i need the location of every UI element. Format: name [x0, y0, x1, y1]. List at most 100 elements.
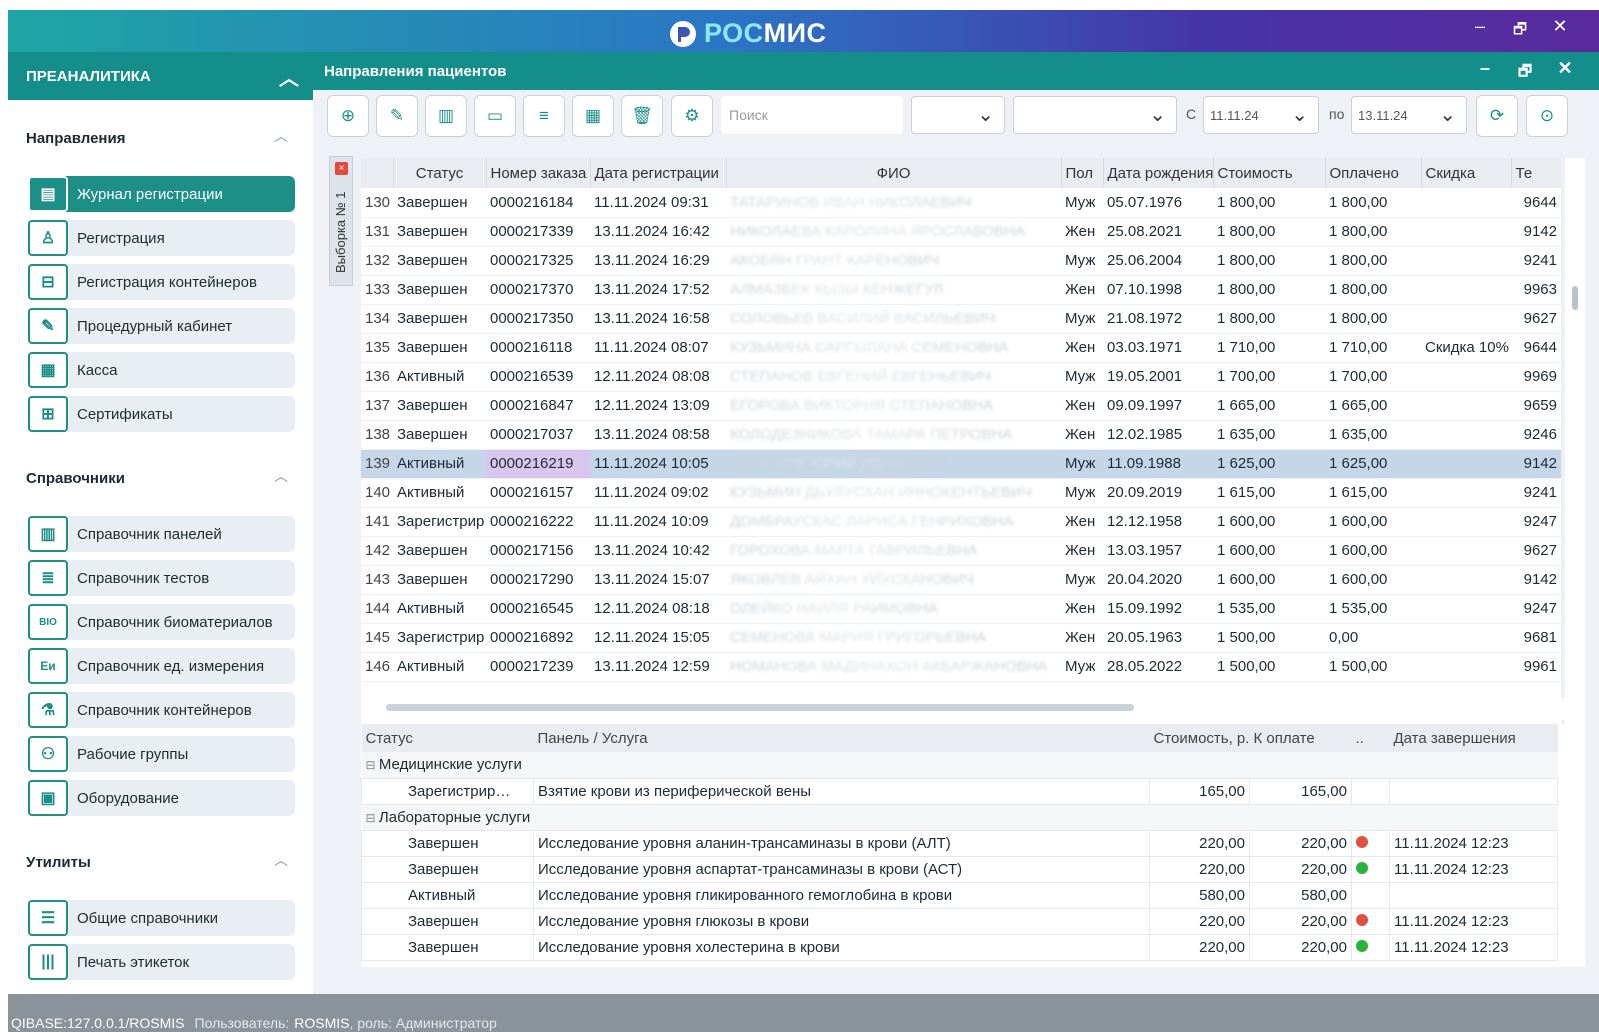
- table-row[interactable]: 135 Завершен 0000216118 11.11.2024 08:07 КУЗ…: [361, 333, 1561, 363]
- table-row[interactable]: 138 Завершен 0000217037 13.11.2024 08:58 КОЛ…: [361, 420, 1561, 450]
- sidebar-item-certificates[interactable]: ⊞ Сертификаты: [28, 396, 295, 432]
- column-header[interactable]: Те: [1511, 158, 1561, 188]
- table-cell: Активный: [393, 652, 486, 682]
- sidebar-item-containers[interactable]: ⊟ Регистрация контейнеров: [28, 264, 295, 300]
- sidebar-item-units[interactable]: Еи Справочник ед. измерения: [28, 648, 295, 684]
- table-row[interactable]: 144 Активный 0000216545 12.11.2024 08:18 ОЛЕ…: [361, 594, 1561, 624]
- table-row[interactable]: 137 Завершен 0000216847 12.11.2024 13:09 ЕГО…: [361, 391, 1561, 421]
- receipt-button[interactable]: ≡: [523, 95, 565, 137]
- panel-close-button[interactable]: ✕: [1553, 58, 1577, 79]
- service-row[interactable]: Завершен Исследование уровня холестерина …: [361, 933, 1558, 961]
- chevron-up-icon[interactable]: ︿: [274, 126, 288, 146]
- chevron-up-icon[interactable]: ︿: [279, 62, 299, 91]
- minimize-button[interactable]: –: [1468, 16, 1492, 37]
- sidebar-item-cash[interactable]: ▦ Касса: [28, 352, 295, 388]
- refresh-button[interactable]: ⟳: [1476, 95, 1518, 137]
- date-from-picker[interactable]: 11.11.24 ⌄: [1203, 96, 1319, 134]
- close-tab-icon[interactable]: ×: [335, 162, 348, 175]
- table-row[interactable]: 134 Завершен 0000217350 13.11.2024 16:58 СОЛ…: [361, 304, 1561, 334]
- export-button[interactable]: ⊙: [1526, 95, 1568, 137]
- patient-name-redacted: ГОРОХОВА МАРТА ГАВРИЛЬЕВНА: [730, 542, 978, 559]
- collapse-icon[interactable]: ⊟: [366, 811, 379, 825]
- service-row[interactable]: Завершен Исследование уровня аспартат-тра…: [361, 855, 1558, 883]
- tab-selection-1[interactable]: × Выборка № 1: [329, 156, 353, 286]
- sidebar-item-tests[interactable]: ≣ Справочник тестов: [28, 560, 295, 596]
- filter-select-2[interactable]: ⌄: [1013, 96, 1177, 134]
- settings-button[interactable]: ⚙: [671, 95, 713, 137]
- table-cell: 0000217339: [486, 217, 590, 247]
- services-table[interactable]: Статус Панель / Услуга Стоимость, р. К опла…: [361, 724, 1585, 967]
- panel-minimize-button[interactable]: –: [1473, 58, 1497, 79]
- column-header[interactable]: ..: [1351, 724, 1390, 752]
- horizontal-scrollbar[interactable]: [361, 698, 1585, 720]
- table-row[interactable]: 146 Активный 0000217239 13.11.2024 12:59 НОМ…: [361, 652, 1561, 682]
- table-cell: Взятие крови из периферической вены: [533, 777, 1150, 805]
- filter-select-1[interactable]: ⌄: [911, 96, 1005, 134]
- scroll-thumb[interactable]: [1572, 286, 1578, 310]
- sidebar-item-registration[interactable]: ♙ Регистрация: [28, 220, 295, 256]
- panel-restore-button[interactable]: 🗗: [1513, 61, 1537, 86]
- sidebar-item-procedure[interactable]: ✎ Процедурный кабинет: [28, 308, 295, 344]
- sidebar-item-containers-ref[interactable]: ⚗ Справочник контейнеров: [28, 692, 295, 728]
- sidebar-item-labels[interactable]: ||| Печать этикеток: [28, 944, 295, 980]
- table-row[interactable]: 141 Зарегистрир 0000216222 11.11.2024 10:09…: [361, 507, 1561, 537]
- sidebar-item-biomaterials[interactable]: BIO Справочник биоматериалов: [28, 604, 295, 640]
- service-row[interactable]: Завершен Исследование уровня глюкозы в кр…: [361, 907, 1558, 935]
- service-row[interactable]: Завершен Исследование уровня аланин-транс…: [361, 829, 1558, 857]
- new-button[interactable]: ⊕: [327, 95, 369, 137]
- chevron-up-icon[interactable]: ︿: [274, 850, 288, 870]
- table-row[interactable]: 136 Активный 0000216539 12.11.2024 08:08 СТЕ…: [361, 362, 1561, 392]
- table-row[interactable]: 140 Активный 0000216157 11.11.2024 09:02 КУЗ…: [361, 478, 1561, 508]
- collapse-icon[interactable]: ⊟: [366, 758, 379, 772]
- delete-button[interactable]: 🗑: [621, 95, 663, 137]
- table-cell: [1389, 881, 1558, 909]
- column-header[interactable]: Номер заказа: [486, 158, 591, 188]
- sidebar-item-groups[interactable]: ⚇ Рабочие группы: [28, 736, 295, 772]
- column-header[interactable]: Стоимость, р.: [1149, 724, 1250, 752]
- table-row[interactable]: 139 Активный 0000216219 11.11.2024 10:05 СЕМ…: [361, 449, 1561, 479]
- column-header[interactable]: Статус: [393, 158, 487, 188]
- column-header[interactable]: Оплачено: [1325, 158, 1422, 188]
- sidebar-item-panels[interactable]: ▥ Справочник панелей: [28, 516, 295, 552]
- column-header[interactable]: [361, 158, 394, 188]
- edit-button[interactable]: ✎: [376, 95, 418, 137]
- scroll-thumb[interactable]: [386, 704, 1134, 711]
- calculator-button[interactable]: ▦: [572, 95, 614, 137]
- column-header[interactable]: Стоимость: [1213, 158, 1326, 188]
- table-row[interactable]: 130 Завершен 0000216184 11.11.2024 09:31 ТАТ…: [361, 188, 1561, 218]
- column-header[interactable]: Панель / Услуга: [533, 724, 1150, 752]
- column-header[interactable]: К оплате: [1249, 724, 1352, 752]
- sidebar-item-general-refs[interactable]: ☰ Общие справочники: [28, 900, 295, 936]
- sidebar-header[interactable]: ПРЕАНАЛИТИКА ︿: [8, 52, 313, 100]
- table-row[interactable]: 145 Зарегистрир 0000216892 12.11.2024 15:05…: [361, 623, 1561, 653]
- sidebar-item-equipment[interactable]: ▣ Оборудование: [28, 780, 295, 816]
- search-field[interactable]: Поиск: [721, 96, 903, 134]
- date-to-picker[interactable]: 13.11.24 ⌄: [1351, 96, 1467, 134]
- column-header[interactable]: Пол: [1061, 158, 1104, 188]
- service-row[interactable]: Зарегистрир… Взятие крови из периферическ…: [361, 777, 1558, 805]
- sidebar-item-journal[interactable]: ▤ Журнал регистрации: [28, 176, 295, 212]
- column-header[interactable]: Скидка: [1421, 158, 1512, 188]
- group-row[interactable]: ⊟ Лабораторные услуги: [361, 804, 1558, 830]
- folder-button[interactable]: ▭: [474, 95, 516, 137]
- table-row[interactable]: 132 Завершен 0000217325 13.11.2024 16:29 АКО…: [361, 246, 1561, 276]
- column-header[interactable]: Дата рождения: [1103, 158, 1214, 188]
- vertical-scrollbar[interactable]: [1565, 158, 1585, 748]
- close-button[interactable]: ✕: [1548, 16, 1572, 37]
- column-header[interactable]: Дата регистрации: [590, 158, 727, 188]
- service-row[interactable]: Активный Исследование уровня гликированно…: [361, 881, 1558, 909]
- refresh-icon: ⟳: [1489, 106, 1505, 125]
- group-row[interactable]: ⊟ Медицинские услуги: [361, 752, 1558, 778]
- table-cell: 220,00: [1249, 829, 1352, 857]
- table-row[interactable]: 131 Завершен 0000217339 13.11.2024 16:42 НИК…: [361, 217, 1561, 247]
- orders-table[interactable]: Статус Номер заказа Дата регистрации ФИО Пол…: [361, 158, 1561, 748]
- column-header[interactable]: Статус: [361, 724, 534, 752]
- table-row[interactable]: 133 Завершен 0000217370 13.11.2024 17:52 АЛМ…: [361, 275, 1561, 305]
- barcode-button[interactable]: ▥: [425, 95, 467, 137]
- table-row[interactable]: 142 Завершен 0000217156 13.11.2024 10:42 ГОР…: [361, 536, 1561, 566]
- column-header[interactable]: Дата завершения: [1389, 724, 1558, 752]
- column-header[interactable]: ФИО: [726, 158, 1062, 188]
- chevron-up-icon[interactable]: ︿: [274, 466, 288, 486]
- table-row[interactable]: 143 Завершен 0000217290 13.11.2024 15:07 ЯКО…: [361, 565, 1561, 595]
- restore-button[interactable]: 🗗: [1508, 19, 1532, 44]
